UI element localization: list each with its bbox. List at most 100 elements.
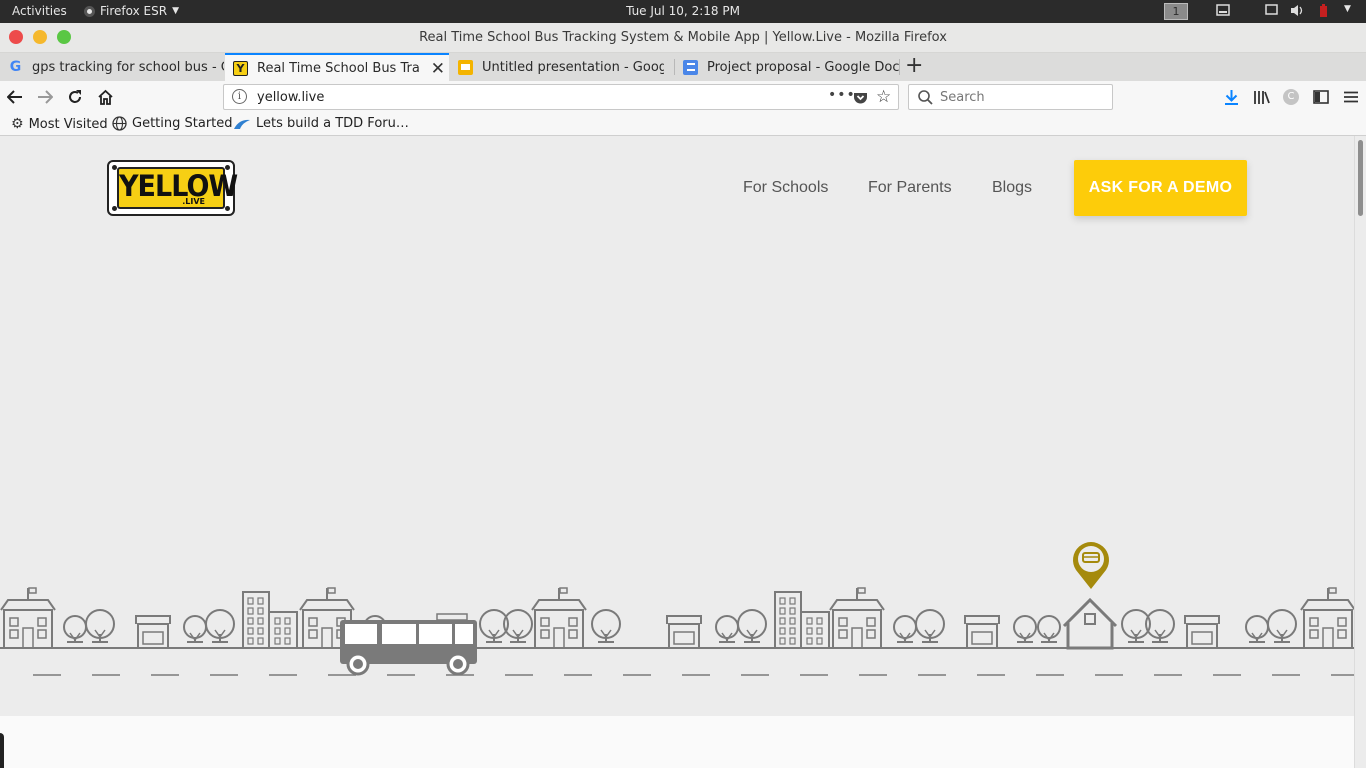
clock[interactable]: Tue Jul 10, 2:18 PM bbox=[0, 4, 1366, 18]
bookmark-site-icon bbox=[234, 119, 250, 129]
google-icon: G bbox=[9, 59, 22, 75]
close-tab-icon[interactable]: ✕ bbox=[428, 59, 445, 79]
url-text[interactable]: yellow.live bbox=[257, 90, 324, 105]
office-building bbox=[242, 591, 298, 649]
bookmark-star-icon[interactable]: ☆ bbox=[876, 87, 891, 107]
gear-icon: ⚙ bbox=[11, 116, 24, 132]
pocket-icon[interactable] bbox=[853, 90, 868, 109]
back-button[interactable] bbox=[5, 87, 25, 107]
bookmark-label: Lets build a TDD Foru… bbox=[256, 116, 409, 131]
house-building bbox=[1300, 587, 1354, 649]
sidebar-icon bbox=[1313, 90, 1329, 104]
ask-for-demo-button[interactable]: ASK FOR A DEMO bbox=[1074, 160, 1247, 216]
tree bbox=[893, 615, 917, 643]
battery-warning-icon[interactable] bbox=[1318, 4, 1328, 21]
hamburger-icon bbox=[1344, 91, 1358, 103]
house-building bbox=[0, 587, 56, 649]
search-placeholder: Search bbox=[940, 90, 985, 105]
arrow-right-icon bbox=[38, 90, 53, 104]
tree bbox=[183, 615, 207, 643]
nav-for-parents[interactable]: For Parents bbox=[868, 179, 952, 197]
tab-yellow-live[interactable]: Y Real Time School Bus Tracking System &… bbox=[225, 53, 449, 81]
window-list-icon[interactable] bbox=[1216, 4, 1230, 19]
tab-label: gps tracking for school bus - Google Sea… bbox=[32, 59, 224, 75]
tree bbox=[63, 615, 87, 643]
tree bbox=[1037, 615, 1061, 643]
menu-button[interactable] bbox=[1341, 87, 1361, 107]
avatar: C bbox=[1283, 89, 1299, 105]
docs-icon bbox=[683, 59, 698, 75]
arrow-left-icon bbox=[7, 90, 22, 104]
bookmarks-toolbar: ⚙ Most Visited Getting Started Lets buil… bbox=[0, 113, 1366, 136]
office-building bbox=[774, 591, 830, 649]
web-page: YELLOW .LIVE For Schools For Parents Blo… bbox=[0, 136, 1354, 768]
tree bbox=[591, 609, 621, 643]
window-title: Real Time School Bus Tracking System & M… bbox=[419, 30, 947, 45]
logo-rivet bbox=[225, 206, 230, 211]
home-icon bbox=[97, 89, 113, 105]
system-menu-icon[interactable]: ▼ bbox=[1344, 4, 1351, 14]
tree bbox=[1245, 615, 1269, 643]
downloads-button[interactable] bbox=[1221, 87, 1241, 107]
logo-word: YELLOW bbox=[119, 169, 238, 204]
shop-building bbox=[1184, 615, 1220, 648]
library-icon bbox=[1253, 90, 1270, 104]
bookmark-getting-started[interactable]: Getting Started bbox=[112, 116, 233, 131]
tab-strip: G gps tracking for school bus - Google S… bbox=[0, 53, 1366, 81]
tree bbox=[1013, 615, 1037, 643]
new-tab-button[interactable]: + bbox=[905, 55, 923, 77]
library-button[interactable] bbox=[1251, 87, 1271, 107]
destination-house bbox=[1062, 597, 1118, 650]
logo-plate: YELLOW .LIVE bbox=[117, 167, 238, 209]
account-button[interactable]: C bbox=[1281, 87, 1301, 107]
scrollbar-thumb[interactable] bbox=[1358, 140, 1363, 216]
search-icon bbox=[918, 90, 933, 105]
tree bbox=[205, 609, 235, 643]
home-button[interactable] bbox=[95, 87, 115, 107]
nav-for-schools[interactable]: For Schools bbox=[743, 179, 828, 197]
shop-building bbox=[964, 615, 1000, 648]
nav-blogs[interactable]: Blogs bbox=[992, 179, 1032, 197]
town-illustration bbox=[0, 542, 1354, 676]
yellow-live-icon: Y bbox=[233, 60, 248, 76]
tab-label: Project proposal - Google Docs bbox=[707, 59, 899, 75]
tree bbox=[85, 609, 115, 643]
tree bbox=[715, 615, 739, 643]
display-icon[interactable] bbox=[1265, 4, 1278, 19]
location-pin-icon bbox=[1073, 542, 1110, 589]
house-building bbox=[531, 587, 587, 649]
tree bbox=[737, 609, 767, 643]
workspace-indicator[interactable]: 1 bbox=[1164, 3, 1188, 20]
page-actions-icon[interactable]: ••• bbox=[828, 87, 856, 103]
bookmark-tdd-forum[interactable]: Lets build a TDD Foru… bbox=[233, 116, 409, 131]
tab-separator bbox=[899, 59, 900, 75]
reload-button[interactable] bbox=[65, 87, 85, 107]
search-box[interactable]: Search bbox=[908, 84, 1113, 110]
forward-button[interactable] bbox=[35, 87, 55, 107]
sidebar-button[interactable] bbox=[1311, 87, 1331, 107]
bookmark-most-visited[interactable]: ⚙ Most Visited bbox=[11, 116, 108, 132]
yellow-live-logo[interactable]: YELLOW .LIVE bbox=[107, 160, 238, 216]
content-section bbox=[0, 716, 1354, 768]
tab-google-slides[interactable]: Untitled presentation - Google Slides bbox=[450, 53, 674, 81]
url-bar[interactable]: i yellow.live ••• ☆ bbox=[223, 84, 899, 110]
shop-building bbox=[135, 615, 171, 648]
school-bus bbox=[340, 613, 477, 676]
shop-building bbox=[666, 615, 702, 648]
site-info-icon[interactable]: i bbox=[232, 89, 247, 104]
globe-icon bbox=[112, 116, 127, 131]
tab-label: Real Time School Bus Tracking System & M… bbox=[257, 60, 419, 76]
download-arrow-icon bbox=[1224, 90, 1238, 105]
slides-icon bbox=[458, 59, 473, 75]
window-title-bar: Real Time School Bus Tracking System & M… bbox=[0, 23, 1366, 53]
tree bbox=[1267, 609, 1297, 643]
bookmark-label: Most Visited bbox=[28, 116, 108, 132]
chat-widget-edge[interactable] bbox=[0, 733, 4, 768]
volume-icon[interactable] bbox=[1290, 4, 1305, 20]
tab-label: Untitled presentation - Google Slides bbox=[482, 59, 664, 75]
logo-sub: .LIVE bbox=[182, 197, 205, 206]
tab-google-search[interactable]: G gps tracking for school bus - Google S… bbox=[0, 53, 224, 81]
navigation-toolbar: i yellow.live ••• ☆ Search C bbox=[0, 81, 1366, 113]
scrollbar[interactable] bbox=[1354, 136, 1366, 768]
tab-google-docs[interactable]: Project proposal - Google Docs bbox=[675, 53, 899, 81]
